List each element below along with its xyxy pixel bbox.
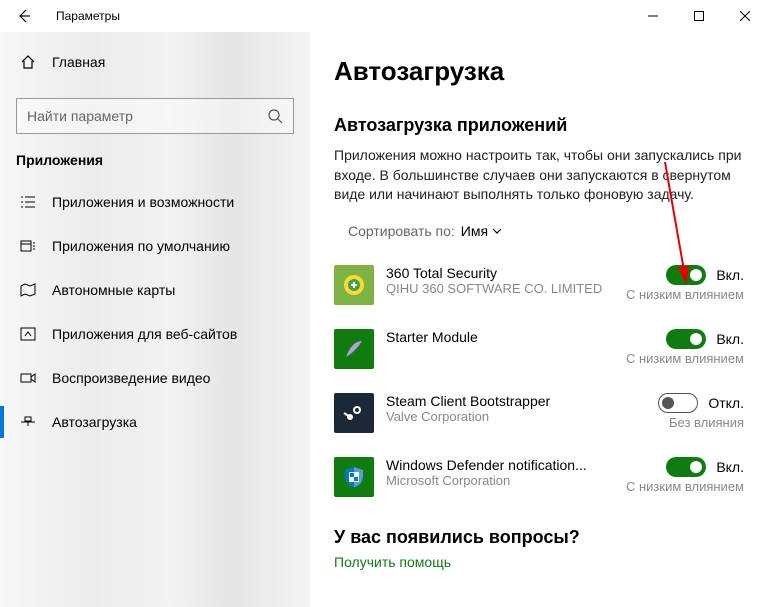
sidebar-item-label: Приложения и возможности bbox=[52, 194, 234, 210]
section-subtitle: Автозагрузка приложений bbox=[334, 115, 744, 136]
questions-heading: У вас появились вопросы? bbox=[334, 527, 744, 548]
toggle-state-label: Вкл. bbox=[716, 331, 744, 347]
startup-impact: Без влияния bbox=[658, 415, 744, 430]
home-icon bbox=[20, 54, 36, 70]
sidebar-item-label: Приложения для веб-сайтов bbox=[52, 326, 237, 342]
offline-maps-icon bbox=[20, 282, 36, 298]
app-publisher: QIHU 360 SOFTWARE CO. LIMITED bbox=[386, 281, 618, 296]
startup-impact: С низким влиянием bbox=[626, 479, 744, 494]
minimize-button[interactable] bbox=[630, 0, 676, 32]
app-publisher: Microsoft Corporation bbox=[386, 473, 618, 488]
sidebar-section-title: Приложения bbox=[0, 152, 310, 180]
app-name: Steam Client Bootstrapper bbox=[386, 393, 650, 409]
app-row: Windows Defender notification...Microsof… bbox=[334, 449, 744, 513]
app-row: Steam Client BootstrapperValve Corporati… bbox=[334, 385, 744, 449]
close-button[interactable] bbox=[722, 0, 768, 32]
app-controls: Вкл. С низким влиянием bbox=[626, 457, 744, 494]
app-controls: Вкл. С низким влиянием bbox=[626, 265, 744, 302]
apps-features-icon bbox=[20, 194, 36, 210]
sidebar-item-label: Автономные карты bbox=[52, 282, 175, 298]
sidebar-home[interactable]: Главная bbox=[0, 42, 310, 82]
sidebar: Главная Приложения Приложения и возможно… bbox=[0, 32, 310, 607]
search-input-wrapper[interactable] bbox=[16, 98, 294, 134]
window-title: Параметры bbox=[56, 9, 120, 23]
apps-list: 360 Total SecurityQIHU 360 SOFTWARE CO. … bbox=[334, 257, 744, 513]
app-name: 360 Total Security bbox=[386, 265, 618, 281]
sort-dropdown[interactable]: Имя bbox=[461, 223, 502, 239]
web-apps-icon bbox=[20, 326, 36, 342]
titlebar: Параметры bbox=[0, 0, 768, 32]
page-title: Автозагрузка bbox=[334, 56, 744, 87]
sort-label: Сортировать по: bbox=[348, 223, 455, 239]
back-button[interactable] bbox=[8, 0, 40, 32]
search-input[interactable] bbox=[27, 108, 267, 124]
sidebar-item-offline-maps[interactable]: Автономные карты bbox=[0, 268, 310, 312]
app-icon bbox=[334, 393, 374, 433]
toggle-state-label: Вкл. bbox=[716, 267, 744, 283]
startup-toggle[interactable] bbox=[666, 329, 706, 349]
chevron-down-icon bbox=[492, 226, 502, 236]
startup-toggle[interactable] bbox=[666, 457, 706, 477]
startup-toggle[interactable] bbox=[658, 393, 698, 413]
main-content: Автозагрузка Автозагрузка приложений При… bbox=[310, 32, 768, 607]
app-name: Starter Module bbox=[386, 329, 618, 345]
app-row: Starter Module Вкл. С низким влиянием bbox=[334, 321, 744, 385]
search-icon bbox=[267, 108, 283, 124]
sidebar-item-label: Воспроизведение видео bbox=[52, 370, 210, 386]
startup-impact: С низким влиянием bbox=[626, 287, 744, 302]
startup-icon bbox=[20, 414, 36, 430]
app-publisher: Valve Corporation bbox=[386, 409, 650, 424]
app-icon bbox=[334, 329, 374, 369]
app-controls: Вкл. С низким влиянием bbox=[626, 329, 744, 366]
sidebar-item-default-apps[interactable]: Приложения по умолчанию bbox=[0, 224, 310, 268]
app-info: Windows Defender notification...Microsof… bbox=[386, 457, 618, 488]
startup-impact: С низким влиянием bbox=[626, 351, 744, 366]
sidebar-item-startup[interactable]: Автозагрузка bbox=[0, 400, 310, 444]
default-apps-icon bbox=[20, 238, 36, 254]
startup-toggle[interactable] bbox=[666, 265, 706, 285]
sidebar-item-video-playback[interactable]: Воспроизведение видео bbox=[0, 356, 310, 400]
sort-value-text: Имя bbox=[461, 223, 488, 239]
get-help-link[interactable]: Получить помощь bbox=[334, 554, 744, 570]
sidebar-home-label: Главная bbox=[52, 54, 105, 70]
sidebar-item-apps-features[interactable]: Приложения и возможности bbox=[0, 180, 310, 224]
maximize-button[interactable] bbox=[676, 0, 722, 32]
section-description: Приложения можно настроить так, чтобы он… bbox=[334, 146, 744, 205]
app-icon bbox=[334, 457, 374, 497]
window-controls bbox=[630, 0, 768, 32]
toggle-state-label: Откл. bbox=[708, 395, 744, 411]
app-info: Steam Client BootstrapperValve Corporati… bbox=[386, 393, 650, 424]
sidebar-item-label: Автозагрузка bbox=[52, 414, 137, 430]
app-name: Windows Defender notification... bbox=[386, 457, 618, 473]
app-icon bbox=[334, 265, 374, 305]
toggle-state-label: Вкл. bbox=[716, 459, 744, 475]
app-info: 360 Total SecurityQIHU 360 SOFTWARE CO. … bbox=[386, 265, 618, 296]
app-row: 360 Total SecurityQIHU 360 SOFTWARE CO. … bbox=[334, 257, 744, 321]
app-controls: Откл. Без влияния bbox=[658, 393, 744, 430]
sidebar-item-label: Приложения по умолчанию bbox=[52, 238, 230, 254]
sort-row: Сортировать по: Имя bbox=[348, 223, 744, 239]
sidebar-item-web-apps[interactable]: Приложения для веб-сайтов bbox=[0, 312, 310, 356]
app-info: Starter Module bbox=[386, 329, 618, 345]
video-playback-icon bbox=[20, 370, 36, 386]
